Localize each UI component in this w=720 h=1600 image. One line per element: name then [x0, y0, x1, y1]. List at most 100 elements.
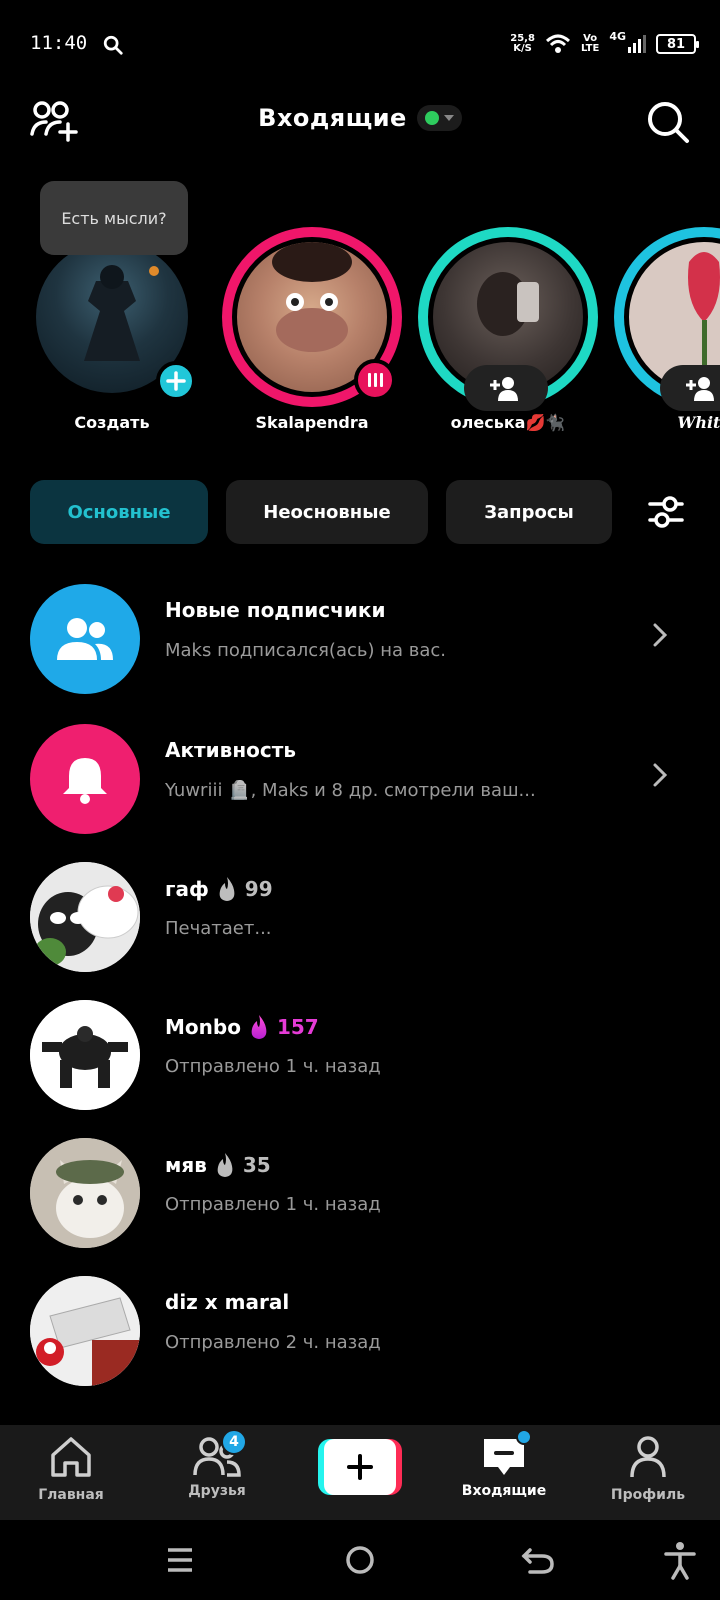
battery-icon: 81 [656, 34, 699, 54]
inbox-header: Входящие [0, 90, 720, 170]
home-icon [51, 1437, 91, 1477]
tab-secondary[interactable]: Неосновные [226, 480, 428, 544]
nav-profile[interactable]: Профиль [588, 1435, 708, 1503]
nav-label: Главная [38, 1487, 104, 1503]
list-item-chat[interactable]: гаф 99 Печатает... [0, 848, 720, 972]
network-type: 4G [609, 30, 626, 43]
stories-row: Есть мысли? Создать Skalapendra олеська💋… [0, 175, 720, 445]
live-icon [354, 359, 396, 401]
chevron-right-icon [653, 623, 668, 647]
menu-icon[interactable] [160, 1540, 200, 1580]
page-title: Входящие [258, 104, 407, 132]
nav-home[interactable]: Главная [11, 1435, 131, 1503]
streak-count: 157 [276, 1015, 319, 1039]
avatar [30, 1000, 140, 1110]
row-title: Monbo 157 [165, 1014, 319, 1040]
add-story-button[interactable] [156, 361, 196, 401]
chevron-right-icon [653, 763, 668, 787]
row-title-text: Активность [165, 738, 296, 762]
inbox-tabs: Основные Неосновные Запросы [0, 480, 720, 544]
plus-icon [347, 1454, 373, 1480]
signal-icon: 4G [609, 30, 646, 53]
accessibility-icon[interactable] [660, 1540, 700, 1580]
list-item-chat[interactable]: Monbo 157 Отправлено 1 ч. назад [0, 986, 720, 1110]
row-subtitle: Отправлено 1 ч. назад [165, 1056, 381, 1077]
thoughts-bubble[interactable]: Есть мысли? [40, 181, 188, 255]
users-icon [30, 584, 140, 694]
row-title-text: Monbo [165, 1015, 241, 1039]
system-navigation [0, 1520, 720, 1600]
nav-label: Входящие [461, 1483, 547, 1499]
row-subtitle: Печатает... [165, 918, 272, 939]
row-subtitle: Maks подписался(ась) на вас. [165, 640, 447, 661]
bottom-navigation: Главная 4 Друзья Входящие Профиль [0, 1425, 720, 1520]
nav-label: Друзья [188, 1483, 246, 1499]
bell-icon [30, 724, 140, 834]
network-speed: 25,8 K/S [510, 34, 535, 54]
friends-icon: 4 [193, 1429, 247, 1479]
row-title: гаф 99 [165, 876, 273, 902]
search-button[interactable] [646, 100, 690, 144]
create-button[interactable] [318, 1439, 402, 1495]
battery-level: 81 [666, 36, 686, 52]
story-ring [614, 227, 720, 411]
story-oleska[interactable]: олеська💋🐈‍⬛ [418, 227, 598, 432]
inbox-icon [480, 1429, 532, 1479]
story-label: White [677, 413, 720, 432]
add-friend-button[interactable] [660, 365, 720, 411]
avatar [30, 1138, 140, 1248]
story-label: олеська💋🐈‍⬛ [450, 413, 566, 432]
status-indicators: 25,8 K/S Vo LTE 4G 81 [510, 30, 699, 58]
row-title: Новые подписчики [165, 598, 385, 622]
story-label: Skalapendra [255, 413, 369, 432]
story-ring [222, 227, 402, 407]
avatar [30, 862, 140, 972]
streak-flame-icon [219, 877, 235, 901]
story-create[interactable]: Создать [22, 227, 202, 432]
friends-badge: 4 [221, 1429, 247, 1455]
row-subtitle: Yuwriii 🪦, Maks и 8 др. смотрели ваш... [165, 780, 536, 801]
inbox-badge [516, 1429, 532, 1445]
profile-icon [630, 1436, 666, 1478]
online-dot-icon [424, 111, 439, 125]
add-friend-button[interactable] [464, 365, 548, 411]
network-speed-unit: K/S [513, 43, 532, 54]
list-item-chat[interactable]: diz x maral Отправлено 2 ч. назад [0, 1262, 720, 1386]
nav-friends[interactable]: 4 Друзья [157, 1429, 277, 1499]
filter-icon[interactable] [646, 492, 686, 532]
status-bar: 11:40 25,8 K/S Vo LTE 4G 81 [0, 0, 720, 90]
streak-count: 35 [242, 1153, 271, 1177]
streak-flame-icon [251, 1015, 267, 1039]
volte-indicator: Vo LTE [581, 34, 599, 54]
wifi-icon [545, 34, 570, 53]
story-skalapendra[interactable]: Skalapendra [222, 227, 402, 432]
header-title-group: Входящие [0, 104, 720, 132]
status-time: 11:40 [30, 32, 88, 54]
tab-primary[interactable]: Основные [30, 480, 208, 544]
avatar [30, 1276, 140, 1386]
streak-count: 99 [244, 877, 273, 901]
list-item-activity[interactable]: Активность Yuwriii 🪦, Maks и 8 др. смотр… [0, 710, 720, 834]
streak-flame-icon [217, 1153, 233, 1177]
search-icon [103, 35, 123, 55]
row-title: мяв 35 [165, 1152, 271, 1178]
tab-requests[interactable]: Запросы [446, 480, 612, 544]
story-white[interactable]: White [614, 227, 720, 432]
list-item-chat[interactable]: мяв 35 Отправлено 1 ч. назад [0, 1124, 720, 1248]
chevron-down-icon [443, 115, 454, 121]
row-title-text: diz x maral [165, 1290, 290, 1314]
story-label: Создать [74, 413, 150, 432]
row-subtitle: Отправлено 2 ч. назад [165, 1332, 381, 1353]
nav-inbox[interactable]: Входящие [444, 1429, 564, 1499]
row-title-text: Новые подписчики [165, 598, 386, 622]
row-title-text: мяв [165, 1153, 207, 1177]
story-ring [418, 227, 598, 411]
back-icon[interactable] [518, 1540, 558, 1580]
home-circle-icon[interactable] [340, 1540, 380, 1580]
list-item-new-followers[interactable]: Новые подписчики Maks подписался(ась) на… [0, 570, 720, 694]
nav-label: Профиль [610, 1487, 686, 1503]
row-title: Активность [165, 738, 296, 762]
row-title: diz x maral [165, 1290, 289, 1314]
row-subtitle: Отправлено 1 ч. назад [165, 1194, 381, 1215]
online-status-toggle[interactable] [416, 105, 462, 131]
